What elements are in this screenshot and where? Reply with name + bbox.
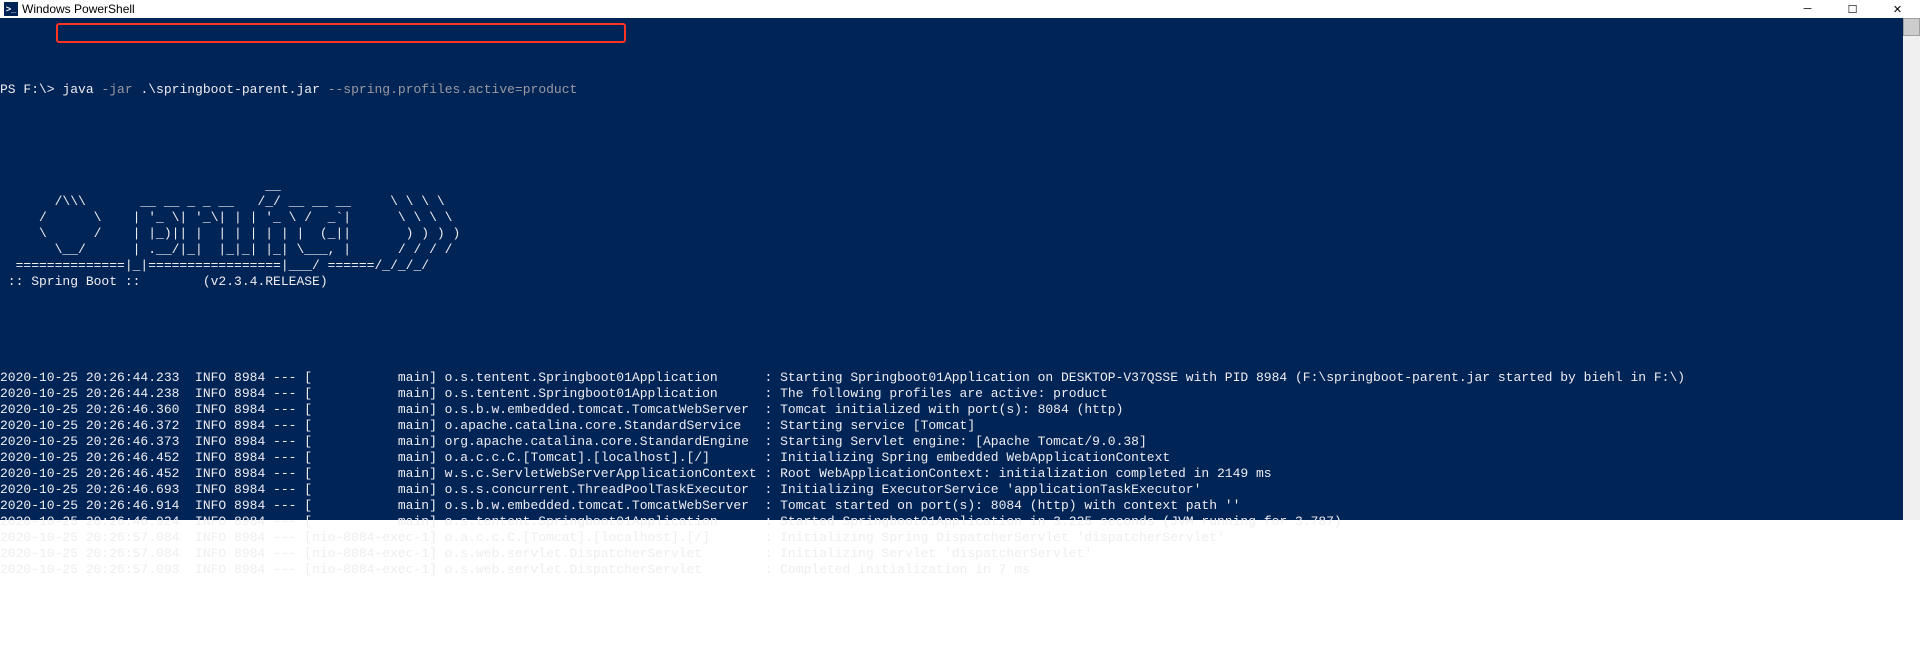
scroll-thumb[interactable] <box>1903 18 1920 36</box>
spring-banner: __ /\\\ __ __ _ _ __ /_/ __ __ __ \ \ \ … <box>0 178 1920 290</box>
titlebar: >_ Windows PowerShell ─ ☐ ✕ <box>0 0 1920 18</box>
close-button[interactable]: ✕ <box>1875 0 1920 18</box>
window-title: Windows PowerShell <box>22 2 135 16</box>
prompt: PS F:\> <box>0 82 62 97</box>
blank-line2 <box>0 322 1920 338</box>
scrollbar[interactable] <box>1903 18 1920 520</box>
cmd-jarfile: .\springboot-parent.jar <box>140 82 319 97</box>
maximize-button[interactable]: ☐ <box>1830 0 1875 18</box>
command-highlight-box <box>56 23 626 43</box>
minimize-button[interactable]: ─ <box>1785 0 1830 18</box>
terminal-output[interactable]: PS F:\> java -jar .\springboot-parent.ja… <box>0 18 1920 520</box>
powershell-icon: >_ <box>4 2 18 16</box>
cmd-flag-profile: --spring.profiles.active=product <box>320 82 577 97</box>
cmd-java: java <box>62 82 93 97</box>
command-line: PS F:\> java -jar .\springboot-parent.ja… <box>0 82 1920 98</box>
cmd-flag-jar: -jar <box>94 82 141 97</box>
blank-line <box>0 130 1920 146</box>
log-output: 2020-10-25 20:26:44.233 INFO 8984 --- [ … <box>0 370 1920 578</box>
